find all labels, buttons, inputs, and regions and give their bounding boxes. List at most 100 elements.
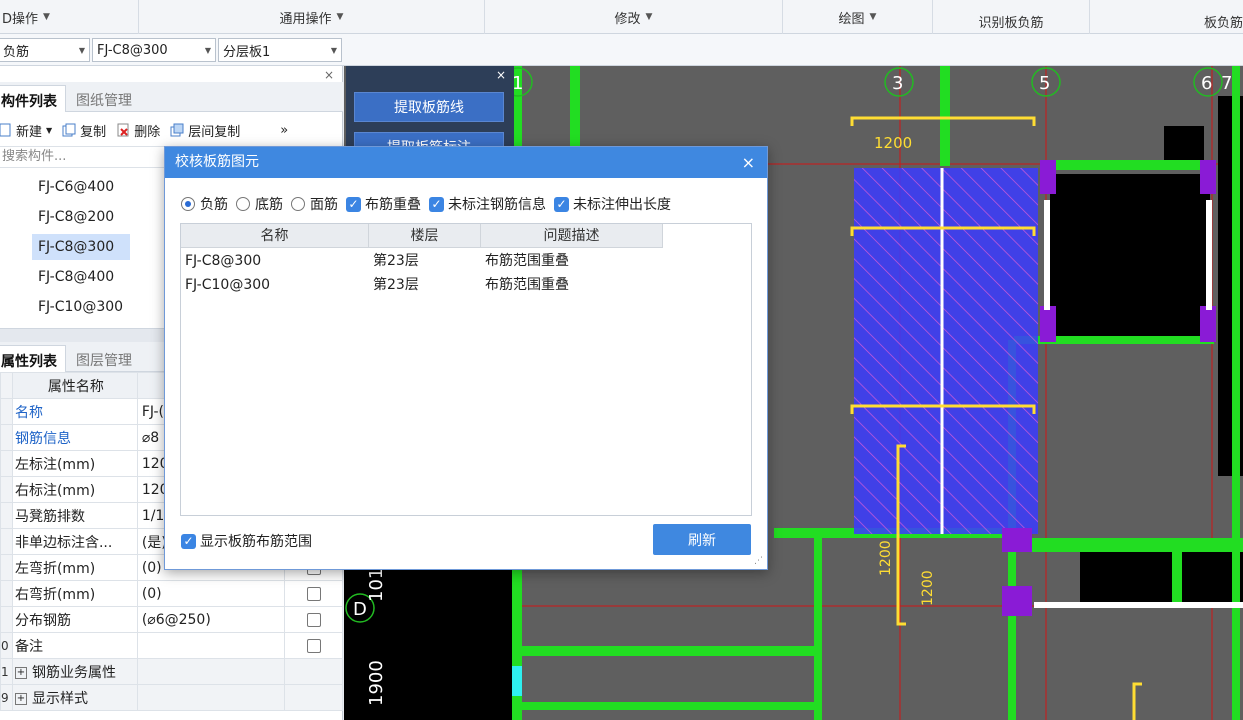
checkbox-checked-icon: ✓ (181, 533, 196, 549)
ribbon-group-cad-ops[interactable]: D操作 ▼ (0, 0, 139, 34)
tab-drawing-manage[interactable]: 图纸管理 (68, 85, 140, 112)
radio-label: 面筋 (310, 197, 338, 213)
checkbox-label: 布筋重叠 (365, 197, 421, 213)
type-select[interactable]: 负筋 ▼ (0, 38, 90, 62)
wall (520, 702, 820, 710)
wall (520, 646, 820, 656)
refresh-button[interactable]: 刷新 (653, 524, 751, 555)
slab-rebar-hatch (854, 168, 1038, 534)
expand-icon[interactable]: + (14, 692, 27, 705)
cell-floor: 第23层 (373, 253, 419, 269)
radio-negative-rebar[interactable]: 负筋 (181, 194, 228, 214)
ribbon-group-identify-neg-rebar[interactable]: 识别板负筋 (933, 0, 1090, 34)
dialog-options: 负筋 底筋 面筋 ✓ 布筋重叠 ✓ 未标注钢筋信息 ✓ 未标注伸出长度 (181, 193, 679, 215)
table-row[interactable]: 右弯折(mm) (0) (0, 580, 343, 607)
rebar-mark (1132, 682, 1142, 720)
tab-property-list[interactable]: 属性列表 (0, 345, 66, 372)
close-icon[interactable]: × (324, 68, 334, 82)
white-edge (1206, 200, 1212, 310)
group-name-cell: + 钢筋业务属性 (11, 658, 138, 685)
table-row[interactable]: FJ-C10@300 第23层 布筋范围重叠 (181, 274, 751, 296)
close-icon[interactable]: × (496, 68, 506, 82)
column-header-name[interactable]: 名称 (181, 224, 369, 248)
dialog-title-bar[interactable]: 校核板筋图元 × (165, 147, 767, 178)
table-row[interactable]: 分布钢筋 (⌀6@250) (0, 606, 343, 633)
resize-grip-icon[interactable]: ⋰ (754, 556, 763, 566)
list-item[interactable]: FJ-C8@200 (32, 204, 132, 230)
ribbon-group-draw[interactable]: 绘图 ▼ (783, 0, 933, 34)
property-name: 备注 (11, 632, 138, 659)
cell-floor: 第23层 (373, 277, 419, 293)
check-rebar-overlap[interactable]: ✓ 布筋重叠 (346, 194, 421, 214)
property-name: 钢筋信息 (11, 424, 138, 451)
wall (814, 528, 822, 720)
property-name: 马凳筋排数 (11, 502, 138, 529)
row-index (0, 398, 13, 425)
check-unlabeled-extension[interactable]: ✓ 未标注伸出长度 (554, 194, 671, 214)
table-group-row[interactable]: 1 + 钢筋业务属性 (0, 658, 343, 685)
list-item[interactable]: FJ-C6@400 (32, 174, 132, 200)
more-icon[interactable]: » (280, 123, 288, 138)
table-group-row[interactable]: 9 + 显示样式 (0, 684, 343, 711)
show-range-checkbox[interactable]: ✓ 显示板筋布筋范围 (181, 531, 312, 551)
expand-icon[interactable]: + (14, 666, 27, 679)
list-item[interactable]: FJ-C8@400 (32, 264, 132, 290)
component-select[interactable]: FJ-C8@300 ▼ (92, 38, 216, 62)
property-extra (284, 658, 343, 685)
checkbox-label: 未标注钢筋信息 (448, 197, 546, 213)
ribbon-group-slab-neg-rebar[interactable]: 板负筋 (1090, 0, 1243, 34)
property-value[interactable]: (0) (136, 580, 286, 607)
axis-label: 7 (1221, 73, 1232, 94)
dimension-text: 1900 (366, 660, 387, 706)
column-header-floor[interactable]: 楼层 (369, 224, 481, 248)
ribbon-group-modify[interactable]: 修改 ▼ (485, 0, 783, 34)
check-slab-rebar-dialog: 校核板筋图元 × 负筋 底筋 面筋 ✓ 布筋重叠 ✓ 未标注钢筋信息 ✓ 未标注伸出长… (164, 146, 768, 570)
floor-copy-button[interactable]: 层间复制 (170, 121, 240, 140)
copy-button[interactable]: 复制 (62, 121, 106, 140)
delete-label: 删除 (134, 124, 161, 140)
floor-copy-label: 层间复制 (188, 124, 241, 140)
property-name: 左弯折(mm) (11, 554, 138, 581)
radio-top-rebar[interactable]: 面筋 (291, 194, 338, 214)
group-name-cell: + 显示样式 (11, 684, 138, 711)
row-index (0, 580, 13, 607)
property-name: 名称 (11, 398, 138, 425)
list-item-selected[interactable]: FJ-C8@300 (32, 234, 130, 260)
list-item[interactable]: FJ-C10@300 (32, 294, 132, 320)
property-value[interactable] (136, 632, 286, 659)
delete-button[interactable]: 删除 (116, 121, 160, 140)
checkbox-checked-icon: ✓ (429, 196, 444, 212)
radio-icon (181, 197, 195, 211)
property-value[interactable]: (⌀6@250) (136, 606, 286, 633)
property-name: 分布钢筋 (11, 606, 138, 633)
property-checkbox[interactable] (306, 586, 321, 601)
check-unlabeled-rebar-info[interactable]: ✓ 未标注钢筋信息 (429, 194, 546, 214)
tab-component-list[interactable]: 构件列表 (0, 85, 66, 112)
black-region (1164, 126, 1204, 160)
property-value (136, 684, 286, 711)
property-checkbox[interactable] (306, 638, 321, 653)
table-row[interactable]: 0 备注 (0, 632, 343, 659)
radio-icon (291, 197, 305, 211)
table-row[interactable]: FJ-C8@300 第23层 布筋范围重叠 (181, 250, 751, 272)
property-extra (284, 684, 343, 711)
row-index (0, 502, 13, 529)
property-checkbox[interactable] (306, 612, 321, 627)
radio-bottom-rebar[interactable]: 底筋 (236, 194, 283, 214)
wall (1040, 160, 1214, 170)
column-header-issue[interactable]: 问题描述 (481, 224, 663, 248)
delete-icon (116, 123, 130, 137)
extract-rebar-line-button[interactable]: 提取板筋线 (354, 92, 504, 122)
column-header: 属性名称 (11, 372, 138, 399)
axis-label: 3 (892, 73, 903, 94)
ribbon-group-common-ops[interactable]: 通用操作 ▼ (139, 0, 485, 34)
dimension-text: 1200 (874, 134, 912, 152)
new-button[interactable]: 新建 ▼ (0, 121, 52, 140)
new-icon (0, 123, 12, 137)
close-icon[interactable]: × (742, 147, 755, 178)
layer-select[interactable]: 分层板1 ▼ (218, 38, 342, 62)
tab-layer-manage[interactable]: 图层管理 (68, 345, 140, 372)
column (1002, 586, 1032, 616)
chevron-down-icon: ▼ (645, 12, 653, 22)
ribbon-label: 修改 (614, 11, 641, 27)
